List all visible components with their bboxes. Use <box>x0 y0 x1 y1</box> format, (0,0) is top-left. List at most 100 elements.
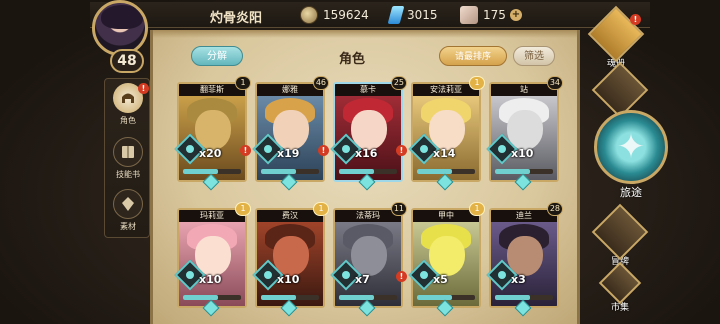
panel-title: 角色 <box>339 52 366 67</box>
stone-value: 175 <box>483 8 506 22</box>
shard-count: x5 <box>433 273 448 286</box>
level-badge: 1 <box>313 202 329 216</box>
hero-card[interactable]: 法蒂玛 11 x7 ! <box>330 202 407 317</box>
level-badge: 1 <box>469 202 485 216</box>
gold-value: 159624 <box>323 8 369 22</box>
card-frame: 翻菲斯 <box>177 82 247 182</box>
decompose-button[interactable]: 分解 <box>191 46 243 66</box>
shard-count: x16 <box>355 147 378 160</box>
card-frame: 甲中 <box>411 208 481 308</box>
tab-label: 素材 <box>120 222 136 231</box>
progress-fill <box>261 169 296 174</box>
progress-fill <box>495 169 530 174</box>
shard-count: x10 <box>511 147 534 160</box>
character-panel: 分解 角色 请最排序 筛选 翻菲斯 1 x20 ! 娜雅 46 x19 ! 慕卡… <box>150 30 580 324</box>
shard-count: x3 <box>511 273 526 286</box>
hero-card[interactable]: 费汉 1 x10 <box>252 202 329 317</box>
journey-emblem-icon <box>594 110 668 184</box>
pvp-icon <box>591 203 649 261</box>
nav-alert-icon: ! <box>630 14 641 25</box>
alert-icon: ! <box>396 271 407 282</box>
card-frame: 安法莉亚 <box>411 82 481 182</box>
crystal-icon <box>387 6 405 24</box>
level-badge: 25 <box>390 76 407 90</box>
card-frame: 慕卡 <box>333 82 403 182</box>
shard-progress <box>183 295 241 300</box>
gold-coin-icon <box>300 6 318 24</box>
stone-icon <box>460 6 478 24</box>
progress-fill <box>417 295 452 300</box>
shard-count: x19 <box>277 147 300 160</box>
tab-materials[interactable]: 素材 <box>108 189 148 235</box>
shard-progress <box>261 295 319 300</box>
level-badge: 11 <box>390 202 407 216</box>
book-icon <box>113 137 143 167</box>
shard-count: x10 <box>277 273 300 286</box>
alert-icon: ! <box>240 145 251 156</box>
hero-card[interactable]: 翻菲斯 1 x20 ! <box>174 76 251 191</box>
nav-journey[interactable]: 旅途 <box>592 110 670 210</box>
player-level-badge: 48 <box>110 49 144 73</box>
shard-progress <box>261 169 319 174</box>
hero-card[interactable]: 娜雅 46 x19 ! <box>252 76 329 191</box>
market-icon <box>598 261 642 305</box>
nav-label: 旅途 <box>620 186 642 199</box>
shard-count: x7 <box>355 273 370 286</box>
shard-count: x14 <box>433 147 456 160</box>
nav-market[interactable]: 市集 <box>590 261 650 313</box>
hero-card[interactable]: 慕卡 25 x16 ! <box>330 76 407 191</box>
shard-progress <box>183 169 241 174</box>
tab-label: 角色 <box>120 116 136 125</box>
tab-alert-icon: ! <box>138 83 149 94</box>
progress-fill <box>183 295 218 300</box>
game-screen: 灼骨炎阳 159624 3015 175 + 48 ! 角色 技能书 素材 分解… <box>0 0 720 324</box>
sort-button[interactable]: 请最排序 <box>439 46 507 66</box>
nav-pvp[interactable]: 冒牌 <box>590 203 650 267</box>
tab-characters[interactable]: ! 角色 <box>108 83 149 129</box>
filter-button[interactable]: 筛选 <box>513 46 555 66</box>
crystal-value: 3015 <box>407 8 438 22</box>
progress-fill <box>417 169 452 174</box>
shard-progress <box>417 169 475 174</box>
level-badge: 1 <box>469 76 485 90</box>
card-frame: 费汉 <box>255 208 325 308</box>
card-frame: 娜雅 <box>255 82 325 182</box>
avatar-hair <box>101 5 143 29</box>
shard-count: x10 <box>199 273 222 286</box>
shard-progress <box>417 295 475 300</box>
top-resource-bar: 灼骨炎阳 159624 3015 175 + <box>90 2 650 28</box>
progress-fill <box>339 169 374 174</box>
shard-count: x20 <box>199 147 222 160</box>
material-icon <box>113 189 143 219</box>
card-frame: 站 <box>489 82 559 182</box>
level-badge: 1 <box>235 76 251 90</box>
crystal-resource: 3015 <box>387 5 438 25</box>
shard-progress <box>339 169 397 174</box>
nav-hero-book[interactable]: ! 魂册 <box>586 5 646 69</box>
hero-card[interactable]: 站 34 x10 <box>486 76 563 191</box>
hero-card[interactable]: 安法莉亚 1 x14 <box>408 76 485 191</box>
card-frame: 玛莉亚 <box>177 208 247 308</box>
level-badge: 34 <box>546 76 563 90</box>
progress-fill <box>183 169 218 174</box>
left-tab-bar: ! 角色 技能书 素材 <box>104 78 150 238</box>
player-avatar[interactable] <box>92 0 148 56</box>
tab-label: 技能书 <box>116 170 140 179</box>
progress-fill <box>495 295 530 300</box>
alert-icon: ! <box>396 145 407 156</box>
hero-card[interactable]: 玛莉亚 1 x10 <box>174 202 251 317</box>
stone-resource: 175 + <box>460 5 522 25</box>
alert-icon: ! <box>318 145 329 156</box>
hero-card[interactable]: 迪兰 28 x3 <box>486 202 563 317</box>
card-frame: 法蒂玛 <box>333 208 403 308</box>
card-frame: 迪兰 <box>489 208 559 308</box>
level-badge: 1 <box>235 202 251 216</box>
player-name: 灼骨炎阳 <box>210 11 263 26</box>
shard-progress <box>495 295 553 300</box>
progress-fill <box>339 295 374 300</box>
gold-resource: 159624 <box>300 5 369 25</box>
tab-skill-books[interactable]: 技能书 <box>108 137 148 183</box>
shard-progress <box>339 295 397 300</box>
hero-card[interactable]: 甲中 1 x5 <box>408 202 485 317</box>
add-stone-button[interactable]: + <box>509 9 522 21</box>
